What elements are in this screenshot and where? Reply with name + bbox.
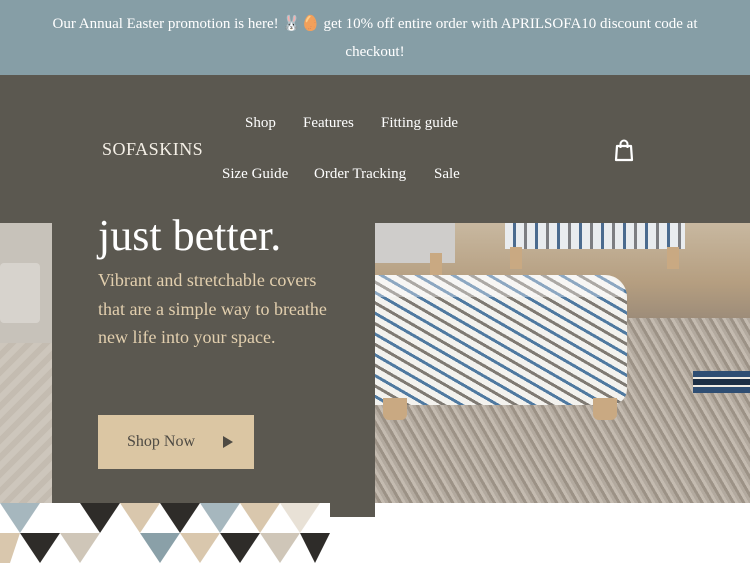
hero-card: just better. Vibrant and stretchable cov… bbox=[52, 211, 375, 517]
nav-shop[interactable]: Shop bbox=[245, 115, 276, 132]
hero-headline: just better. bbox=[98, 211, 282, 260]
site-logo[interactable]: SOFASKINS bbox=[102, 139, 203, 160]
hero-subtext: Vibrant and stretchable covers that are … bbox=[98, 270, 327, 347]
site-header: SOFASKINS Shop Features Fitting guide Si… bbox=[0, 75, 750, 223]
nav-fitting-guide[interactable]: Fitting guide bbox=[381, 115, 458, 132]
shop-now-label: Shop Now bbox=[127, 433, 196, 450]
shop-now-button[interactable]: Shop Now bbox=[98, 415, 254, 469]
nav-features[interactable]: Features bbox=[303, 115, 354, 132]
nav-sale[interactable]: Sale bbox=[434, 166, 460, 183]
geometric-pattern bbox=[0, 503, 330, 563]
announcement-bar: Our Annual Easter promotion is here! 🐰🥚 … bbox=[0, 0, 750, 75]
play-arrow-icon bbox=[223, 436, 233, 448]
ottoman-photo bbox=[375, 223, 750, 503]
books bbox=[693, 371, 750, 393]
nav-size-guide[interactable]: Size Guide bbox=[222, 166, 288, 183]
nav-order-tracking[interactable]: Order Tracking bbox=[314, 166, 406, 183]
shopping-bag-icon[interactable] bbox=[612, 138, 636, 162]
announcement-text: Our Annual Easter promotion is here! 🐰🥚 … bbox=[52, 16, 698, 60]
